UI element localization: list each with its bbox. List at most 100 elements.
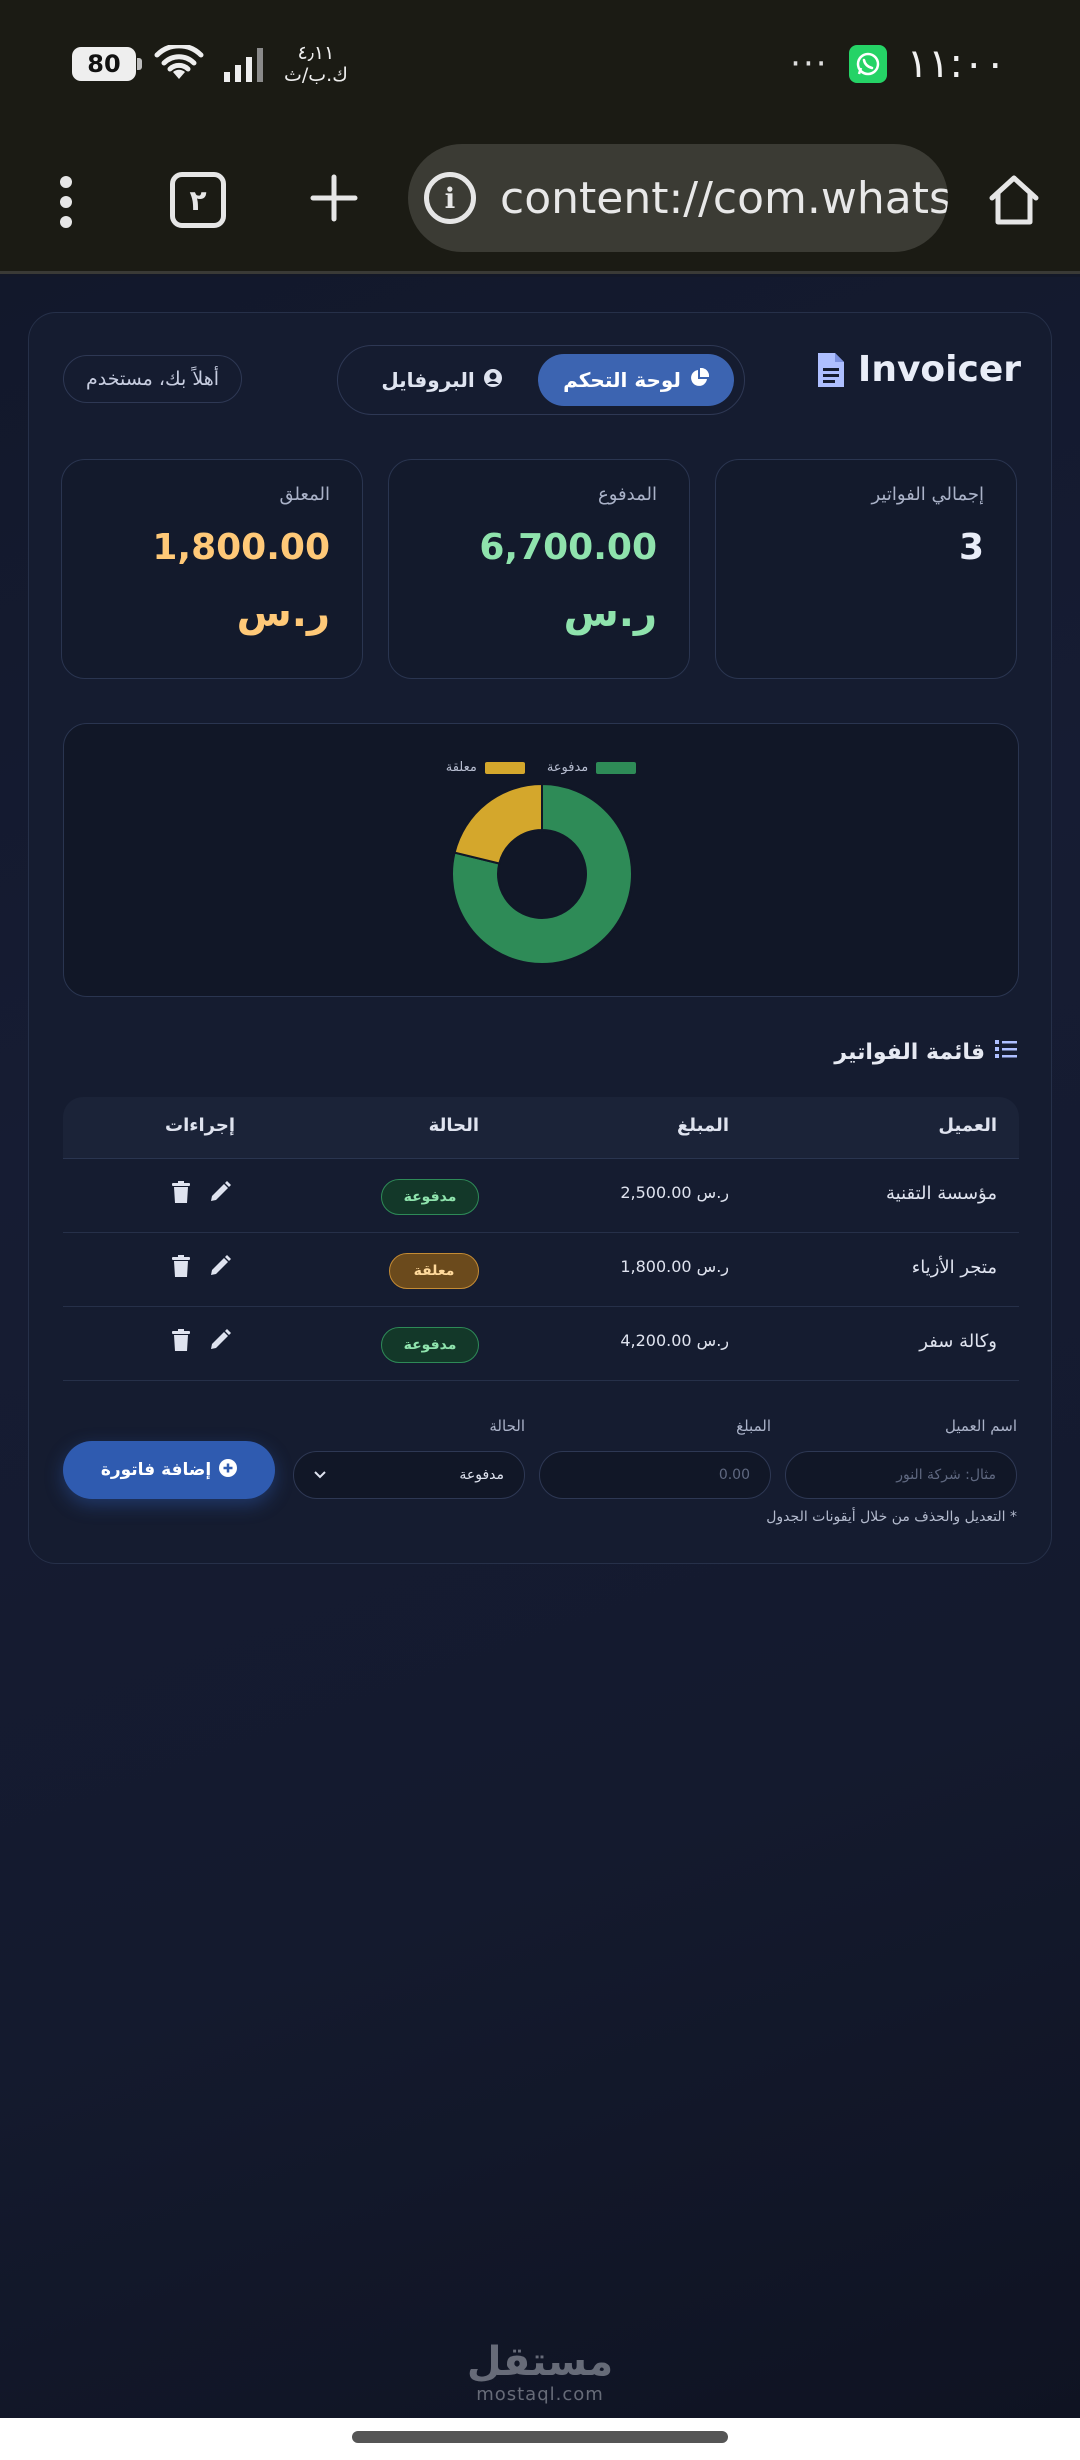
row-client: متجر الأزياء bbox=[911, 1257, 997, 1278]
tab-switcher-button[interactable]: ٢ bbox=[170, 172, 226, 228]
status-right-group: ··· ١١:٠٠ bbox=[790, 41, 1006, 87]
stat-paid-currency: ر.س bbox=[563, 590, 657, 636]
url-text: content://com.whatsa bbox=[500, 172, 948, 224]
table-row: مؤسسة التقنية 2,500.00 ر.س مدفوعة bbox=[63, 1159, 1019, 1233]
stat-total-value: 3 bbox=[958, 527, 984, 568]
add-invoice-label: إضافة فاتورة bbox=[100, 1460, 212, 1480]
tab-profile[interactable]: البروفايل bbox=[352, 354, 532, 406]
pie-chart-icon bbox=[689, 367, 709, 393]
invoice-table: العميل المبلغ الحالة إجراءات مؤسسة التقن… bbox=[63, 1097, 1019, 1381]
legend-item[interactable]: مدفوعة bbox=[546, 760, 637, 775]
edit-pencil-icon[interactable] bbox=[209, 1329, 231, 1355]
status-bar: 80 ٤٫١١ ك.ب/ث ··· ١١:٠٠ bbox=[0, 0, 1080, 128]
add-invoice-button[interactable]: إضافة فاتورة bbox=[63, 1441, 275, 1499]
edit-pencil-icon[interactable] bbox=[209, 1255, 231, 1281]
wifi-icon bbox=[154, 45, 204, 83]
invoice-list-title-text: قائمة الفواتير bbox=[834, 1039, 985, 1065]
file-invoice-icon bbox=[816, 351, 846, 389]
trash-icon[interactable] bbox=[171, 1255, 191, 1281]
signal-icon bbox=[222, 46, 266, 82]
client-name-input[interactable] bbox=[806, 1467, 996, 1483]
main-nav: لوحة التحكم البروفايل bbox=[337, 345, 745, 415]
status-badge: مدفوعة bbox=[381, 1179, 479, 1215]
legend-item[interactable]: معلقة bbox=[446, 760, 525, 775]
battery-icon: 80 bbox=[72, 47, 142, 81]
col-client: العميل bbox=[938, 1115, 997, 1136]
table-row: وكالة سفر 4,200.00 ر.س مدفوعة bbox=[63, 1307, 1019, 1381]
browser-toolbar: ٢ i content://com.whatsa bbox=[0, 128, 1080, 274]
status-badge: معلقة bbox=[389, 1253, 479, 1289]
stat-card-paid: المدفوع 6,700.00 ر.س bbox=[388, 459, 690, 679]
form-note: * التعديل والحذف من خلال أيقونات الجدول bbox=[766, 1509, 1017, 1525]
chevron-down-icon bbox=[314, 1467, 326, 1483]
status-left-group: 80 ٤٫١١ ك.ب/ث bbox=[72, 42, 348, 86]
legend-label: مدفوعة bbox=[546, 760, 589, 775]
row-client: وكالة سفر bbox=[919, 1331, 997, 1352]
row-amount: 1,800.00 ر.س bbox=[620, 1257, 729, 1276]
row-amount: 2,500.00 ر.س bbox=[620, 1183, 729, 1202]
legend-label: معلقة bbox=[445, 760, 477, 775]
client-name-label: اسم العميل bbox=[944, 1417, 1017, 1435]
trash-icon[interactable] bbox=[171, 1329, 191, 1355]
user-circle-icon bbox=[483, 368, 503, 393]
status-donut-chart bbox=[452, 784, 632, 964]
system-nav-bar bbox=[0, 2418, 1080, 2460]
status-badge: مدفوعة bbox=[381, 1327, 479, 1363]
amount-input[interactable] bbox=[560, 1467, 750, 1483]
amount-field[interactable] bbox=[539, 1451, 771, 1499]
network-speed: ٤٫١١ ك.ب/ث bbox=[284, 42, 348, 86]
table-row: متجر الأزياء 1,800.00 ر.س معلقة bbox=[63, 1233, 1019, 1307]
table-body: مؤسسة التقنية 2,500.00 ر.س مدفوعة متجر ا… bbox=[63, 1159, 1019, 1381]
row-actions bbox=[171, 1181, 231, 1207]
col-actions: إجراءات bbox=[165, 1115, 235, 1136]
donut-slice-1[interactable] bbox=[453, 784, 543, 865]
home-indicator[interactable] bbox=[352, 2431, 728, 2443]
stat-pending-value: 1,800.00 bbox=[152, 527, 330, 568]
table-header: العميل المبلغ الحالة إجراءات bbox=[63, 1097, 1019, 1159]
new-tab-icon[interactable] bbox=[304, 168, 364, 228]
watermark-arabic: مستقل bbox=[466, 2339, 614, 2385]
speed-value: ٤٫١١ bbox=[297, 42, 335, 64]
status-select[interactable]: مدفوعة bbox=[293, 1451, 525, 1499]
status-label: الحالة bbox=[489, 1417, 525, 1435]
home-icon[interactable] bbox=[982, 168, 1046, 232]
plus-circle-icon bbox=[219, 1458, 238, 1482]
trash-icon[interactable] bbox=[171, 1181, 191, 1207]
whatsapp-icon bbox=[848, 45, 887, 83]
brand-title: Invoicer bbox=[857, 349, 1021, 390]
tab-dashboard-label: لوحة التحكم bbox=[563, 368, 681, 392]
app-card: Invoicer لوحة التحكم البروفايل أهلاً بك،… bbox=[28, 312, 1052, 1564]
site-info-icon[interactable]: i bbox=[424, 172, 476, 224]
legend-swatch bbox=[484, 761, 525, 774]
row-actions bbox=[171, 1329, 231, 1355]
chart-legend: مدفوعة معلقة bbox=[64, 760, 1018, 775]
col-status: الحالة bbox=[428, 1115, 479, 1136]
more-notifications-icon: ··· bbox=[790, 44, 829, 84]
amount-label: المبلغ bbox=[736, 1417, 771, 1435]
brand-logo[interactable]: Invoicer bbox=[816, 349, 1021, 390]
status-chart-card: مدفوعة معلقة bbox=[63, 723, 1019, 997]
stat-pending-label: المعلق bbox=[279, 484, 330, 505]
row-amount: 4,200.00 ر.س bbox=[620, 1331, 729, 1350]
user-greeting: أهلاً بك، مستخدم bbox=[63, 355, 243, 403]
legend-swatch bbox=[596, 761, 637, 774]
invoice-list-title: قائمة الفواتير bbox=[834, 1039, 1017, 1065]
col-amount: المبلغ bbox=[677, 1115, 729, 1136]
clock: ١١:٠٠ bbox=[906, 41, 1006, 87]
status-select-value: مدفوعة bbox=[459, 1467, 504, 1483]
client-name-field[interactable] bbox=[785, 1451, 1017, 1499]
stat-card-total: إجمالي الفواتير 3 bbox=[715, 459, 1017, 679]
stat-pending-currency: ر.س bbox=[236, 590, 330, 636]
stat-card-pending: المعلق 1,800.00 ر.س bbox=[61, 459, 363, 679]
stat-paid-label: المدفوع bbox=[598, 484, 657, 505]
row-actions bbox=[171, 1255, 231, 1281]
edit-pencil-icon[interactable] bbox=[209, 1181, 231, 1207]
address-bar[interactable]: i content://com.whatsa bbox=[408, 144, 948, 252]
list-icon bbox=[995, 1039, 1017, 1065]
row-client: مؤسسة التقنية bbox=[886, 1183, 997, 1204]
stat-paid-value: 6,700.00 bbox=[479, 527, 657, 568]
browser-menu-icon[interactable] bbox=[40, 168, 92, 236]
tab-profile-label: البروفايل bbox=[381, 368, 475, 392]
speed-unit: ك.ب/ث bbox=[284, 64, 348, 86]
tab-dashboard[interactable]: لوحة التحكم bbox=[538, 354, 734, 406]
